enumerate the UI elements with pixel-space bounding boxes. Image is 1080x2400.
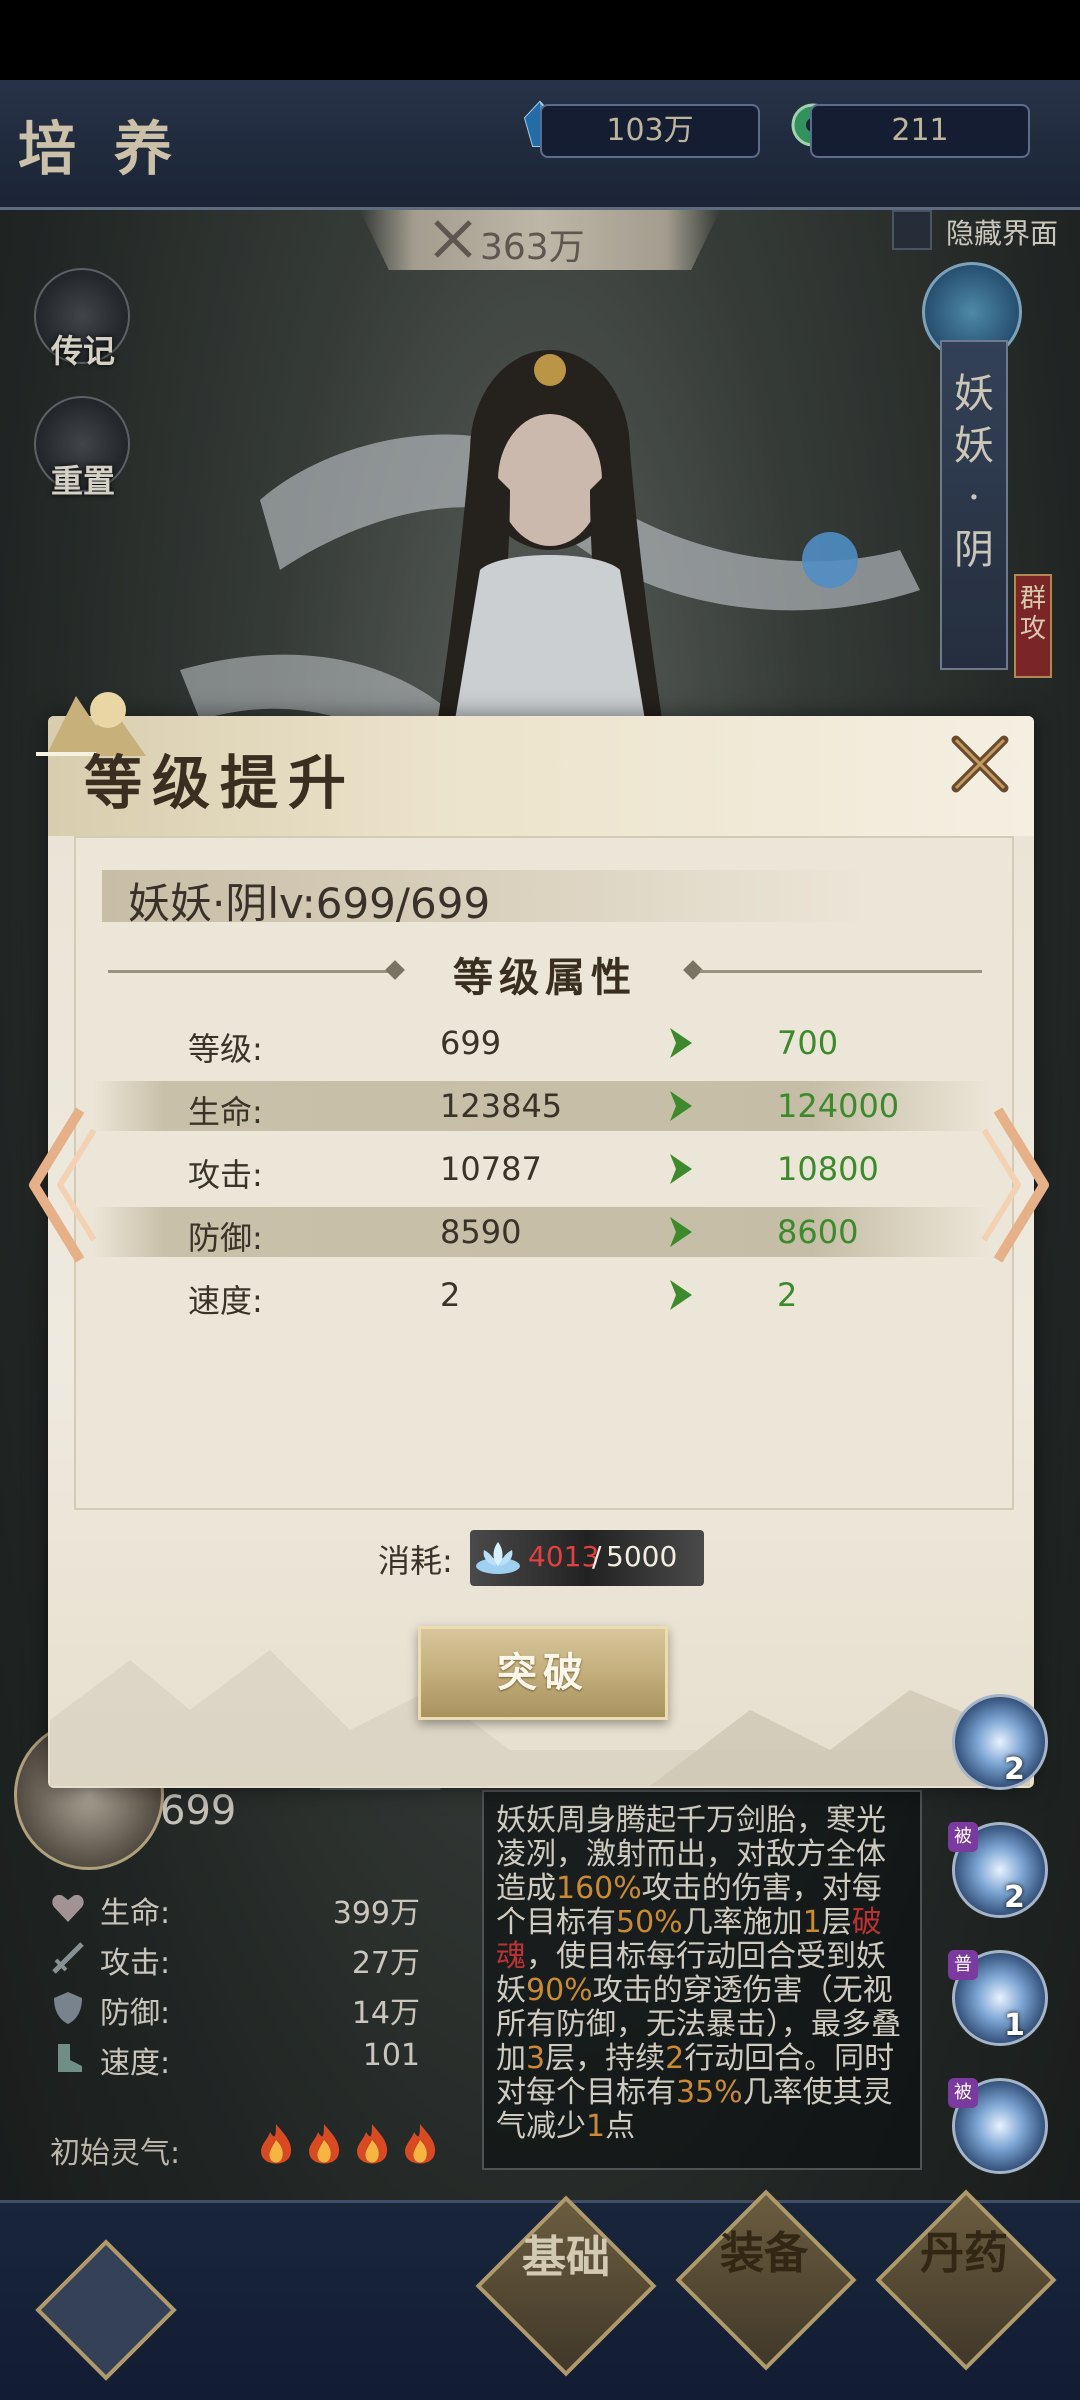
skill-level-count: 2 [1004,1752,1025,1787]
heading-line-right [700,970,982,973]
attribute-next-value: 700 [777,1024,839,1062]
cost-separator: / [592,1540,602,1573]
attribute-label: 速度: [188,1282,263,1320]
breakthrough-button[interactable]: 突破 [418,1626,668,1720]
green-arrow-icon [670,1280,692,1310]
skill-type-tag: 被 [948,1822,978,1852]
lotus-icon [476,1542,520,1574]
attribute-next-value: 10800 [777,1150,879,1188]
attribute-next-value: 8600 [777,1213,859,1251]
green-arrow-icon [670,1217,692,1247]
attribute-label: 防御: [188,1219,263,1257]
flame-icon [357,2124,388,2164]
section-title: 等级属性 [453,954,637,1001]
attribute-current-value: 2 [440,1276,461,1314]
attribute-current-value: 699 [440,1024,502,1062]
attribute-row: 生命: 123845 124000 [92,1081,992,1131]
attribute-row: 速度: 2 2 [92,1270,992,1320]
attribute-current-value: 123845 [440,1087,563,1125]
prev-hero-arrow[interactable] [20,1100,100,1270]
hero-name-level: 妖妖·阴lv:699/699 [128,879,491,928]
attribute-next-value: 2 [777,1276,798,1314]
skill-level-count: 2 [1004,1880,1025,1915]
skill-orb-icon[interactable] [952,1694,1048,1790]
attribute-row: 攻击: 10787 10800 [92,1144,992,1194]
attribute-current-value: 8590 [440,1213,522,1251]
attribute-row: 等级: 699 700 [92,1018,992,1068]
cost-label: 消耗: [378,1542,453,1580]
attribute-next-value: 124000 [777,1087,900,1125]
close-icon[interactable] [948,732,1012,796]
skill-type-tag: 普 [948,1950,978,1980]
attribute-row: 防御: 8590 8600 [92,1207,992,1257]
cost-required: 5000 [606,1540,678,1573]
attribute-current-value: 10787 [440,1150,542,1188]
heading-line-left [108,970,388,973]
green-arrow-icon [670,1154,692,1184]
attribute-label: 攻击: [188,1156,263,1194]
flame-icon [405,2124,436,2164]
skill-level-count: 1 [1004,2008,1025,2043]
flame-icon [261,2124,292,2164]
attribute-label: 等级: [188,1030,263,1068]
dialog-title: 等级提升 [84,749,357,817]
skill-type-tag: 被 [948,2078,978,2108]
cost-current: 4013 [528,1540,600,1573]
green-arrow-icon [670,1028,692,1058]
green-arrow-icon [670,1091,692,1121]
game-screen: 培养 103万 211 363万 隐藏界面 传记 重置 妖妖·阴 群攻 699 … [0,0,1080,2400]
flame-icon [309,2124,340,2164]
attribute-label: 生命: [188,1093,263,1131]
